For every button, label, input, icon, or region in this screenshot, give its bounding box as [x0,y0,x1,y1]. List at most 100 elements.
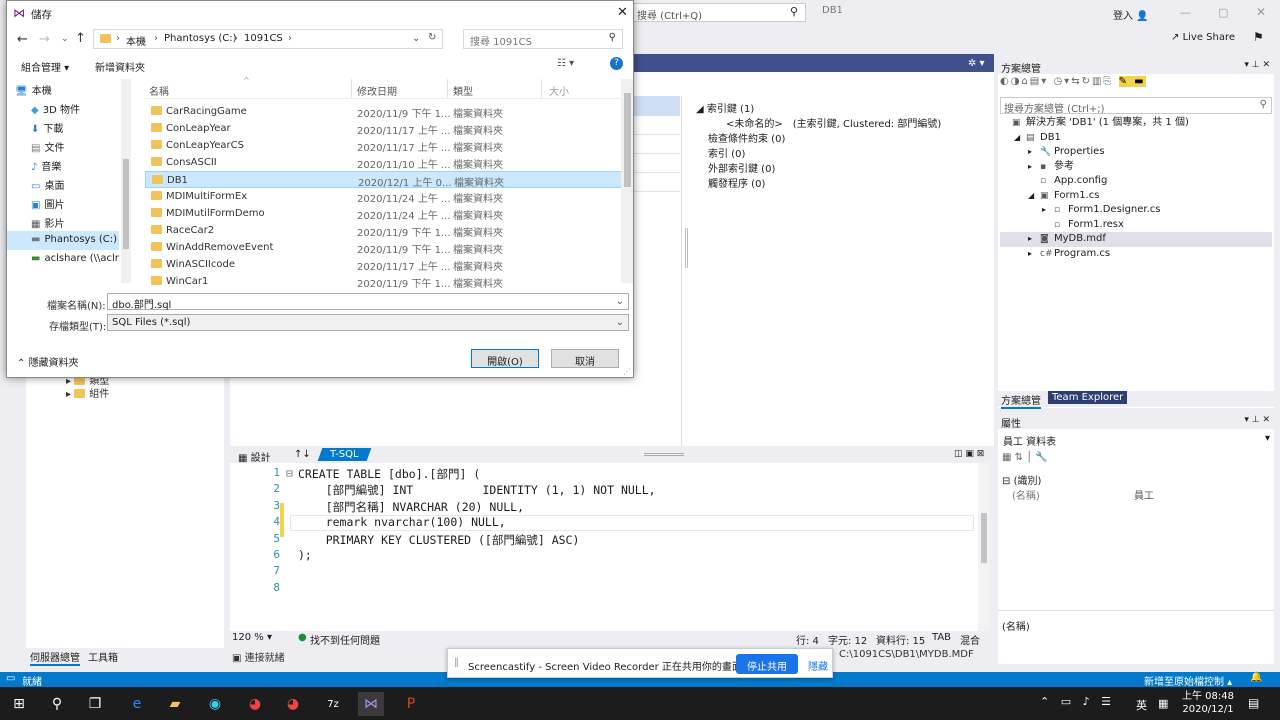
code-line[interactable]: [部門名稱] NVARCHAR (20) NULL, [298,499,524,515]
file-row[interactable]: ConLeapYearCS 2020/11/17 上午 ... 檔案資料夾 [145,137,623,154]
back-arrow-icon[interactable]: ← [17,32,28,47]
tray-icons[interactable]: ⌃ ▭ ♪ ☰ [1040,695,1115,708]
powerpoint-icon[interactable]: P [398,692,424,716]
source-control-button[interactable]: 新增至原始檔控制 ▴ [1144,673,1232,688]
stop-sharing-button[interactable]: 停止共用 [736,654,798,674]
chevron-down-icon[interactable]: ⌄ [412,33,420,44]
tab-tsql[interactable]: T-SQL [317,448,371,461]
new-folder-button[interactable]: 新增資料夾 [95,59,145,74]
hide-notification-button[interactable]: 隱藏 [808,658,828,673]
forward-arrow-icon[interactable]: → [39,32,50,47]
filename-input[interactable]: dbo.部門.sql ⌄ [107,293,629,311]
view-options-icon[interactable]: ☷ ▾ [557,58,574,69]
expand-arrow-icon[interactable]: ▸ [1028,232,1040,247]
props-category[interactable]: ⊟ (識別) [1002,472,1041,487]
windows-start-icon[interactable]: ⊞ [6,692,32,716]
organize-button[interactable]: 組合管理 ▾ [21,59,69,74]
breadcrumb-folder[interactable]: 1091CS [244,33,283,44]
input-language[interactable]: 英 [1136,697,1147,713]
file-row[interactable]: DB1 2020/12/1 上午 0... 檔案資料夾 [145,171,623,189]
maximize-button[interactable]: ▢ [1218,6,1228,19]
solution-tree-item[interactable]: ▣ 解決方案 'DB1' (1 個專案，共 1 個) [1000,116,1272,131]
address-bar[interactable]: › 本機 › Phantosys (C:) › 1091CS › ⌄ ↻ [93,29,443,49]
filetype-select[interactable]: SQL Files (*.sql) ⌄ [107,314,629,331]
file-row[interactable]: RaceCar2 2020/11/9 下午 1... 檔案資料夾 [145,222,623,239]
expand-arrow-icon[interactable]: ▸ [1028,145,1040,160]
action-center-icon[interactable]: ▤ [1248,696,1259,710]
col-date[interactable]: 修改日期 [357,83,397,98]
solution-tree-item[interactable]: ◢ ▤ DB1 [1000,131,1272,146]
code-line[interactable]: PRIMARY KEY CLUSTERED ([部門編號] ASC) [298,532,580,548]
check-constraints-item[interactable]: 檢查條件約束 (0) [696,132,941,147]
edge-icon[interactable]: ◉ [202,692,228,716]
code-line[interactable]: [部門編號] INT IDENTITY (1, 1) NOT NULL, [298,482,656,498]
nav-item[interactable]: ▭ 桌面 [7,174,119,193]
indexes-item[interactable]: 索引 (0) [696,147,941,162]
resize-grip-icon[interactable] [685,228,688,268]
help-icon[interactable]: ? [610,57,623,70]
ie-icon[interactable]: e [124,692,150,716]
panel-controls-icon[interactable]: ▾ ⊥ ✕ [1244,415,1270,425]
code-line[interactable]: ); [298,548,312,562]
nav-item[interactable]: ♪ 音樂 [7,155,119,174]
zoom-level[interactable]: 120 % ▾ [232,632,272,643]
solution-search-input[interactable]: 搜尋方案總管 (Ctrl+;) ⚲ [1000,97,1272,115]
nav-item[interactable]: ◆ 3D 物件 [7,98,119,117]
nav-item[interactable]: ▤ 文件 [7,136,119,155]
panel-controls-icon[interactable]: ▾ ⊥ ✕ [1244,60,1270,70]
dialog-close-button[interactable]: ✕ [617,5,628,20]
triggers-item[interactable]: 觸發程序 (0) [696,177,941,192]
file-row[interactable]: MDIMutilFormDemo 2020/11/24 上午 ... 檔案資料夾 [145,205,623,222]
pane-layout-icons[interactable]: ◫ ▣ ⊠ [954,449,984,459]
refresh-icon[interactable]: ↻ [428,32,436,43]
solution-tree-item[interactable]: ◢ ▣ Form1.cs [1000,189,1272,204]
chrome-icon[interactable]: ◕ [242,692,268,716]
col-size[interactable]: 大小 [549,83,569,98]
nav-item[interactable]: ▦ 影片 [7,212,119,231]
chrome-profile-icon[interactable]: ◕ [280,692,306,716]
designer-splitter[interactable] [681,96,682,446]
solution-tree-item[interactable]: ▫ App.config [1000,174,1272,189]
expand-arrow-icon[interactable]: ▸ [1028,160,1040,175]
search-icon[interactable]: ⚲ [790,5,798,18]
dialog-search-input[interactable]: 搜尋 1091CS ⚲ [463,29,623,49]
solution-tree-item[interactable]: ▸ 🔧 Properties [1000,145,1272,160]
index-primary-item[interactable]: <未命名的> (主索引鍵, Clustered: 部門編號) [696,117,941,132]
visual-studio-icon[interactable]: ⋈ [358,692,384,716]
index-keys-item[interactable]: ◢ 索引鍵 (1) [696,102,941,117]
pane-splitter-grip[interactable] [644,453,684,456]
ime-icon[interactable]: ▦ [1158,697,1168,710]
collapse-icon[interactable]: ⊟ [286,466,293,480]
props-toolbar[interactable]: ▦ ⇅ │ 🔧 [1002,452,1048,463]
tab-toolbox[interactable]: 工具箱 [88,649,118,664]
solution-tree-item[interactable]: ▸ ▪ 參考 [1000,160,1272,175]
swap-panes-button[interactable]: ↑↓ [294,449,311,460]
tab-server-explorer[interactable]: 伺服器總管 [30,649,80,666]
file-row[interactable]: ConLeapYear 2020/11/17 上午 ... 檔案資料夾 [145,120,623,137]
solution-tree-item[interactable]: ▫ Form1.resx [1000,218,1272,233]
sevenzip-icon[interactable]: 7z [320,692,346,716]
solution-toolbar[interactable]: ◐◑⌂▤▾ ◷▾⇆↻▥⎘ ✎ ▬ [1000,76,1272,94]
feedback-icon[interactable]: ⚑ [1253,30,1264,44]
login-link[interactable]: 登入 👤 [1113,7,1149,22]
props-name-value[interactable]: 員工 [1134,487,1154,502]
task-view-icon[interactable]: ❐ [82,692,108,716]
foreign-keys-item[interactable]: 外部索引鍵 (0) [696,162,941,177]
expand-arrow-icon[interactable]: ◢ [1028,189,1040,204]
drag-handle-icon[interactable]: ‖ [454,657,459,668]
vs-search-input[interactable]: 搜尋 (Ctrl+Q) [632,3,806,22]
tab-options-icon[interactable]: ✲ ▾ [968,58,985,69]
tree-item-assemblies[interactable]: ▸ 組件 [66,385,109,400]
file-row[interactable]: WinASCIIcode 2020/11/17 上午 ... 檔案資料夾 [145,256,623,273]
solution-tree-item[interactable]: ▸ c# Program.cs [1000,247,1272,262]
open-button[interactable]: 開啟(O) [471,349,539,368]
live-share-button[interactable]: ↗ Live Share [1171,32,1235,43]
nav-item[interactable]: ▬ aclshare (\\acln [7,250,119,269]
breadcrumb-this-pc[interactable]: 本機 [126,33,146,48]
close-window-button[interactable]: ✕ [1256,5,1266,19]
col-name[interactable]: 名稱 [149,83,169,98]
breadcrumb-drive[interactable]: Phantosys (C:) [164,33,237,44]
tab-solution-explorer[interactable]: 方案總管 [1001,392,1041,409]
cancel-button[interactable]: 取消 [551,349,619,368]
file-row[interactable]: MDIMultiFormEx 2020/11/24 上午 ... 檔案資料夾 [145,188,623,205]
